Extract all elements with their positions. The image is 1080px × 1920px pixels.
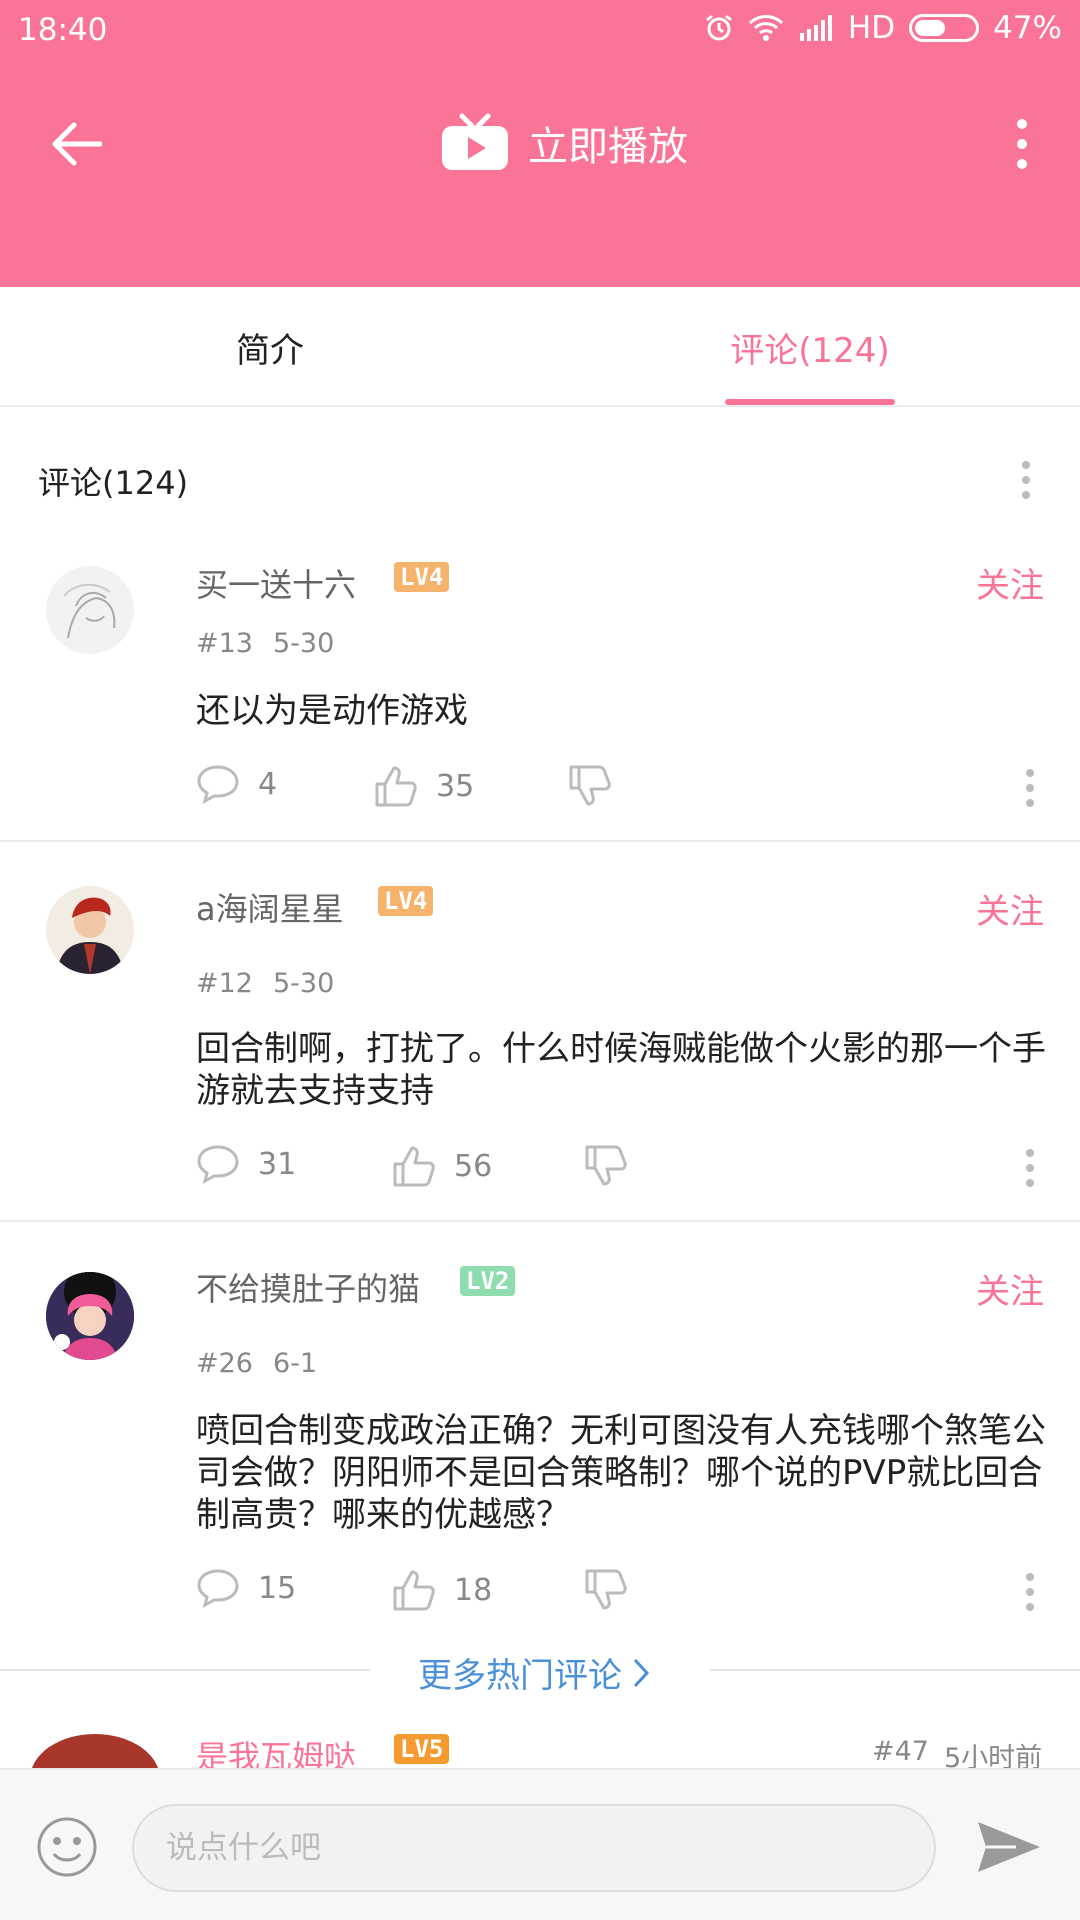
thumbs-down-icon — [585, 1569, 627, 1610]
chevron-right-icon — [633, 1658, 650, 1687]
comment-date: 5-30 — [272, 968, 335, 999]
reply-button[interactable]: 4 — [196, 764, 277, 804]
like-count: 18 — [454, 1572, 493, 1608]
avatar[interactable] — [46, 1272, 134, 1360]
tv-icon — [442, 113, 508, 170]
battery-icon — [909, 14, 980, 42]
app-bar: 18:40 HD 47% 立即播放 — [0, 0, 1080, 287]
section-more-icon[interactable] — [1020, 460, 1032, 504]
follow-button[interactable]: 关注 — [976, 1264, 1044, 1313]
comment-meta: #26 6-1 — [196, 1348, 317, 1379]
header-title-group[interactable]: 立即播放 — [440, 112, 688, 174]
comment-bubble-icon — [197, 1145, 239, 1184]
comment-actions: 15 18 — [196, 1568, 1056, 1618]
like-button[interactable]: 35 — [374, 764, 474, 808]
comment-more-icon[interactable] — [1024, 1572, 1036, 1616]
reply-button[interactable]: 31 — [196, 1144, 296, 1184]
thumbs-up-icon — [375, 766, 417, 807]
reply-button[interactable]: 15 — [196, 1568, 296, 1608]
comment-more-icon[interactable] — [1024, 768, 1036, 812]
divider — [710, 1669, 1080, 1671]
floor-number: #26 — [196, 1348, 253, 1379]
floor-number: #47 — [872, 1736, 929, 1767]
comments-section-header: 评论(124) — [0, 418, 1080, 538]
active-tab-indicator — [725, 399, 895, 405]
username[interactable]: 不给摸肚子的猫 — [196, 1264, 420, 1310]
like-count: 56 — [454, 1148, 493, 1184]
avatar[interactable] — [46, 566, 134, 654]
comment-actions: 31 56 — [196, 1144, 1056, 1194]
avatar[interactable] — [46, 886, 134, 974]
level-badge: LV5 — [394, 1734, 450, 1764]
alarm-icon — [704, 13, 734, 43]
battery-percent: 47% — [993, 10, 1062, 46]
dislike-button[interactable] — [584, 1144, 628, 1188]
emoji-icon — [37, 1817, 97, 1877]
floor-number: #12 — [196, 968, 253, 999]
page-title: 立即播放 — [528, 124, 688, 170]
avatar[interactable] — [30, 1734, 160, 1770]
comment-text: 回合制啊，打扰了。什么时候海贼能做个火影的那一个手游就去支持支持 — [196, 1029, 1046, 1111]
reply-count: 31 — [258, 1146, 297, 1182]
username[interactable]: 是我瓦姆哒 — [196, 1732, 356, 1770]
section-title: 评论(124) — [38, 464, 189, 502]
thumbs-down-icon — [585, 1145, 627, 1186]
wifi-icon — [748, 14, 784, 42]
reply-count: 15 — [258, 1570, 297, 1606]
comment-more-icon[interactable] — [1024, 1148, 1036, 1192]
divider — [0, 1669, 370, 1671]
username[interactable]: 买一送十六 — [196, 560, 356, 606]
tab-intro[interactable]: 简介 — [0, 287, 540, 407]
comment-actions: 4 35 — [196, 764, 1056, 814]
comment-item: a海阔星星 LV4 关注 #12 5-30 回合制啊，打扰了。什么时候海贼能做个火… — [0, 842, 1080, 1222]
like-count: 35 — [436, 768, 475, 804]
status-time: 18:40 — [18, 12, 108, 48]
level-badge: LV2 — [460, 1266, 516, 1296]
emoji-button[interactable] — [36, 1816, 98, 1882]
more-vertical-icon — [1017, 119, 1027, 169]
comment-text: 喷回合制变成政治正确？无利可图没有人充钱哪个煞笔公司会做？阴阳师不是回合策略制？… — [196, 1411, 1046, 1535]
comment-date: 6-1 — [272, 1348, 318, 1379]
more-hot-comments-link[interactable]: 更多热门评论 — [418, 1648, 650, 1697]
dislike-button[interactable] — [568, 764, 612, 808]
like-button[interactable]: 56 — [392, 1144, 492, 1188]
comment-item: 不给摸肚子的猫 LV2 关注 #26 6-1 喷回合制变成政治正确？无利可图没有人… — [0, 1222, 1080, 1640]
signal-icon — [798, 15, 834, 41]
partial-comment-item: 是我瓦姆哒 LV5 #47 5小时前 — [0, 1730, 1080, 1770]
floor-number: #13 — [196, 628, 253, 659]
arrow-left-icon — [52, 122, 102, 166]
comment-bubble-icon — [197, 1569, 239, 1608]
more-hot-comments: 更多热门评论 — [0, 1640, 1080, 1700]
status-bar: 18:40 HD 47% — [0, 0, 1080, 62]
network-type: HD — [847, 10, 896, 46]
send-icon — [978, 1822, 1040, 1872]
thumbs-down-icon — [569, 765, 611, 806]
more-hot-comments-label: 更多热门评论 — [418, 1656, 622, 1696]
level-badge: LV4 — [394, 562, 450, 592]
username[interactable]: a海阔星星 — [196, 884, 344, 930]
tab-bar: 简介 评论(124) — [0, 287, 1080, 407]
comment-bubble-icon — [197, 765, 239, 804]
thumbs-up-icon — [393, 1570, 435, 1611]
overflow-menu-button[interactable] — [1010, 118, 1034, 170]
comment-text: 还以为是动作游戏 — [196, 691, 468, 731]
comment-composer: 说点什么吧 — [0, 1768, 1080, 1920]
back-button[interactable] — [50, 114, 120, 174]
comment-meta: #13 5-30 — [196, 628, 334, 659]
comment-input[interactable]: 说点什么吧 — [132, 1804, 936, 1892]
comment-item: 买一送十六 LV4 关注 #13 5-30 还以为是动作游戏 4 35 — [0, 540, 1080, 842]
comment-date: 5-30 — [272, 628, 335, 659]
dislike-button[interactable] — [584, 1568, 628, 1612]
follow-button[interactable]: 关注 — [976, 884, 1044, 933]
tab-comments[interactable]: 评论(124) — [540, 287, 1080, 407]
like-button[interactable]: 18 — [392, 1568, 492, 1612]
send-button[interactable] — [976, 1820, 1042, 1878]
follow-button[interactable]: 关注 — [976, 558, 1044, 607]
comment-time: 5小时前 — [944, 1743, 1043, 1770]
level-badge: LV4 — [378, 886, 434, 916]
comment-meta: #12 5-30 — [196, 968, 334, 999]
reply-count: 4 — [258, 766, 278, 802]
status-icons: HD 47% — [704, 10, 1062, 46]
thumbs-up-icon — [393, 1146, 435, 1187]
